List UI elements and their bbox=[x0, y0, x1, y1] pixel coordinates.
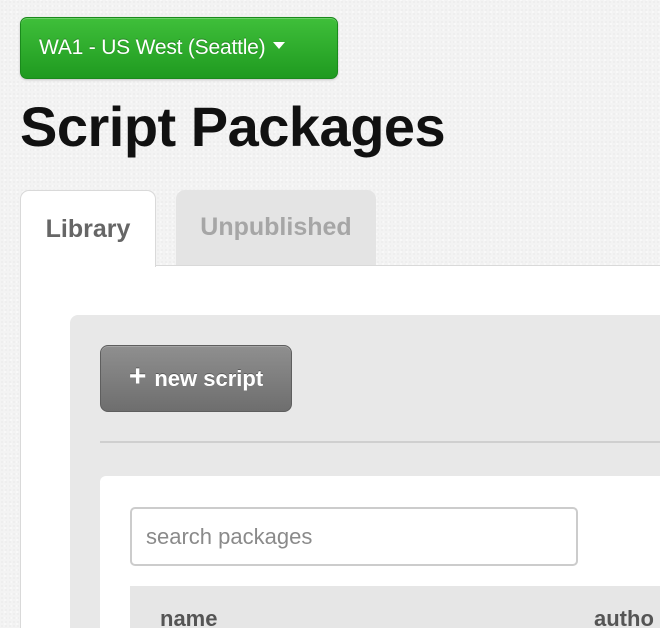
plus-icon: + bbox=[128, 360, 147, 393]
caret-down-icon bbox=[273, 41, 286, 49]
tab-unpublished[interactable]: Unpublished bbox=[176, 190, 376, 265]
tab-library-label: Library bbox=[45, 214, 131, 243]
new-script-button[interactable]: + new script bbox=[100, 345, 292, 412]
page-title: Script Packages bbox=[20, 95, 446, 158]
column-header-author[interactable]: autho bbox=[594, 606, 654, 628]
column-header-name[interactable]: name bbox=[160, 606, 217, 628]
tab-unpublished-label: Unpublished bbox=[200, 213, 352, 241]
region-dropdown-button[interactable]: WA1 - US West (Seattle) bbox=[20, 17, 338, 79]
tab-library[interactable]: Library bbox=[20, 190, 156, 267]
search-input[interactable] bbox=[130, 507, 578, 566]
new-script-label: new script bbox=[154, 365, 264, 391]
divider bbox=[100, 441, 660, 443]
region-label: WA1 - US West (Seattle) bbox=[39, 36, 266, 59]
